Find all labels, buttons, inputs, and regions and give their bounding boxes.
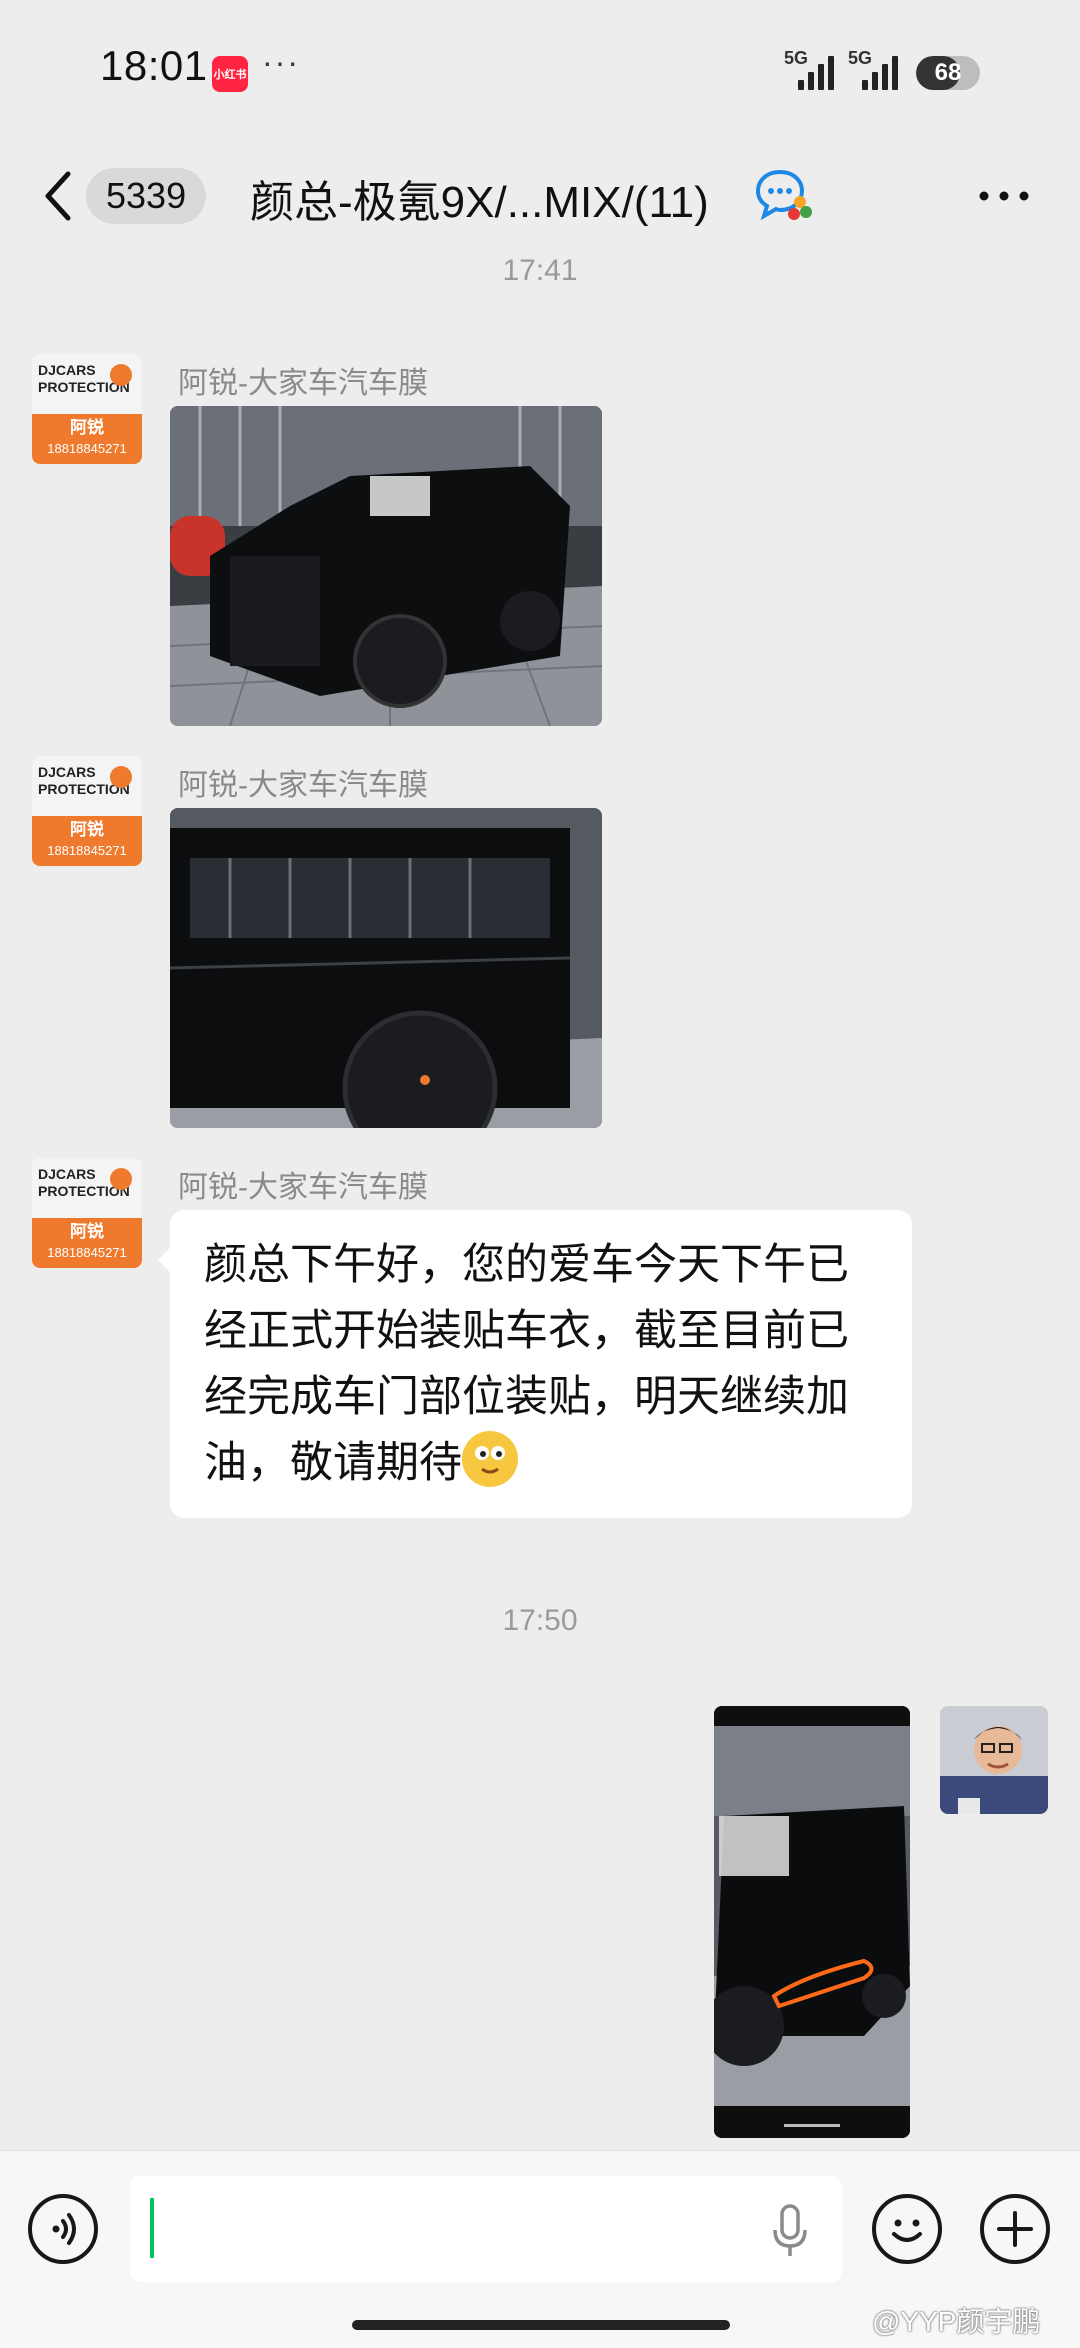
signal-5g-icon-2: 5G	[848, 48, 904, 90]
avatar-name: 阿锐	[70, 418, 104, 437]
brand-logo-icon	[110, 1168, 132, 1190]
avatar-phone: 18818845271	[47, 441, 127, 456]
sender-name: 阿锐-大家车汽车膜	[178, 769, 428, 802]
more-options-icon[interactable]	[976, 186, 1032, 206]
signal-label-2: 5G	[848, 48, 873, 68]
photo-message-annotated-car[interactable]	[714, 1706, 910, 2138]
text-message-bubble[interactable]: 颜总下午好，您的爱车今天下午已经正式开始装贴车衣，截至目前已经完成车门部位装贴，…	[158, 1210, 912, 1518]
avatar-name-tag: 阿锐 18818845271	[32, 414, 142, 464]
sender-name: 阿锐-大家车汽车膜	[178, 1171, 428, 1204]
avatar-name-tag: 阿锐 18818845271	[32, 816, 142, 866]
back-icon[interactable]	[36, 168, 80, 224]
sender-name: 阿锐-大家车汽车膜	[178, 367, 428, 400]
brand-logo-icon	[110, 364, 132, 386]
message-timestamp: 17:50	[502, 1604, 578, 1637]
sender-avatar[interactable]: DJCARS PROTECTION 阿锐 18818845271	[32, 354, 142, 464]
avatar-name-tag: 阿锐 18818845271	[32, 1218, 142, 1268]
group-chat-icon[interactable]	[754, 168, 816, 224]
battery-level: 68	[934, 59, 962, 86]
microphone-icon[interactable]	[770, 2204, 810, 2260]
photo-message-car-side[interactable]	[170, 808, 602, 1128]
avatar-phone: 18818845271	[47, 843, 127, 858]
home-indicator[interactable]	[352, 2320, 730, 2330]
signal-5g-icon-1: 5G	[784, 48, 840, 90]
text-message-content: 颜总下午好，您的爱车今天下午已经正式开始装贴车衣，截至目前已经完成车门部位装贴，…	[204, 1241, 849, 1487]
unread-count-badge[interactable]: 5339	[86, 168, 207, 224]
signal-label-1: 5G	[784, 48, 809, 68]
emoji-icon	[462, 1431, 518, 1487]
emoji-picker-icon[interactable]	[872, 2194, 942, 2264]
add-attachment-icon[interactable]	[980, 2194, 1050, 2264]
chat-title[interactable]: 颜总-极氪9X/...MIX/(11)	[250, 166, 709, 230]
xiaohongshu-notification-icon: 小红书	[212, 56, 248, 92]
avatar-phone: 18818845271	[47, 1245, 127, 1260]
my-avatar[interactable]	[940, 1706, 1048, 1814]
sender-avatar[interactable]: DJCARS PROTECTION 阿锐 18818845271	[32, 756, 142, 866]
battery-icon: 68	[916, 56, 980, 90]
photo-message-car-front[interactable]	[170, 406, 602, 726]
message-timestamp: 17:41	[502, 254, 578, 287]
brand-logo-icon	[110, 766, 132, 788]
voice-input-icon[interactable]	[28, 2194, 98, 2264]
sender-avatar[interactable]: DJCARS PROTECTION 阿锐 18818845271	[32, 1158, 142, 1268]
avatar-name: 阿锐	[70, 820, 104, 839]
message-text-input[interactable]	[130, 2176, 842, 2282]
weibo-watermark: @YYP颜宇鹏	[872, 2306, 1041, 2337]
avatar-name: 阿锐	[70, 1222, 104, 1241]
text-cursor	[150, 2198, 154, 2258]
status-time: 18:01	[100, 42, 208, 89]
more-notifications-icon: ···	[262, 44, 300, 80]
